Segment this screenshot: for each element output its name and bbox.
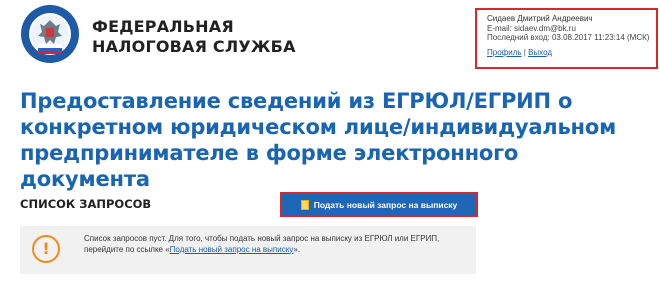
last-login-row: Последний вход: 03.08.2017 11:23:14 (МСК…: [487, 33, 656, 43]
notice-new-request-link[interactable]: Подать новый запрос на выписку: [170, 245, 294, 254]
fns-logo: [20, 4, 80, 64]
document-icon: [300, 199, 309, 210]
user-name: Сидаев Дмитрий Андреевич: [487, 14, 593, 23]
logout-link[interactable]: Выход: [528, 48, 552, 57]
warning-icon: !: [32, 235, 60, 263]
org-line-2: НАЛОГОВАЯ СЛУЖБА: [92, 37, 296, 56]
user-email-row: E-mail: sidaev.dm@bk.ru: [487, 24, 656, 34]
new-request-button[interactable]: Подать новый запрос на выписку: [280, 192, 478, 217]
last-login-value: 03.08.2017 11:23:14 (МСК): [551, 33, 650, 42]
link-separator: |: [523, 47, 526, 57]
org-line-1: ФЕДЕРАЛЬНАЯ: [92, 17, 234, 36]
page-title: Предоставление сведений из ЕГРЮЛ/ЕГРИП о…: [20, 89, 617, 191]
user-links: Профиль | Выход: [487, 48, 656, 58]
profile-link[interactable]: Профиль: [487, 48, 522, 57]
organization-name: ФЕДЕРАЛЬНАЯ НАЛОГОВАЯ СЛУЖБА: [92, 17, 296, 57]
user-info-box: Сидаев Дмитрий Андреевич E-mail: sidaev.…: [475, 8, 658, 69]
new-request-label: Подать новый запрос на выписку: [313, 199, 458, 210]
empty-list-notice: ! Список запросов пуст. Для того, чтобы …: [20, 226, 476, 274]
email-value: sidaev.dm@bk.ru: [514, 23, 576, 33]
email-label: E-mail:: [487, 23, 512, 33]
notice-end: ».: [293, 244, 301, 254]
last-login-label: Последний вход:: [487, 33, 550, 42]
requests-heading: СПИСОК ЗАПРОСОВ: [20, 197, 152, 211]
